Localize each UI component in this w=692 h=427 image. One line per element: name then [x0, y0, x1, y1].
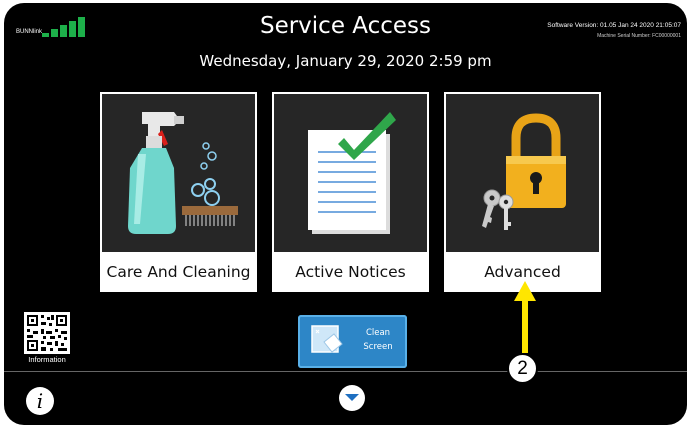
service-screen: BUNNlink Service Access Software Version…	[4, 3, 687, 425]
chevron-down-icon[interactable]	[338, 384, 366, 412]
wipe-screen-icon	[311, 325, 343, 353]
current-datetime: Wednesday, January 29, 2020 2:59 pm	[199, 52, 492, 70]
bottom-bar: i	[4, 371, 687, 425]
software-version: Software Version: 01.05 Jan 24 2020 21:0…	[547, 22, 681, 29]
clean-screen-label-line2: Screen	[363, 342, 393, 352]
info-button[interactable]: i	[26, 387, 54, 415]
active-notices-tile[interactable]: Active Notices	[272, 92, 429, 292]
tile-label-active-notices: Active Notices	[295, 263, 406, 281]
spray-bottle-brush-icon	[102, 94, 255, 252]
bottom-divider	[4, 371, 687, 372]
information-label: Information	[28, 355, 66, 364]
callout-number-badge: 2	[507, 353, 538, 384]
advanced-tile[interactable]: Advanced	[444, 92, 601, 292]
clean-screen-button[interactable]: Clean Screen	[298, 315, 407, 368]
info-icon: i	[36, 389, 44, 413]
callout-arrow-icon	[514, 281, 536, 353]
care-and-cleaning-tile[interactable]: Care And Cleaning	[100, 92, 257, 292]
information-button[interactable]: Information	[22, 312, 72, 364]
clean-screen-label-line1: Clean	[365, 328, 391, 338]
checklist-document-icon	[274, 94, 427, 252]
device-frame: BUNNlink Service Access Software Version…	[0, 0, 692, 427]
padlock-keys-icon	[446, 94, 599, 252]
tile-label-care-and-cleaning: Care And Cleaning	[106, 263, 251, 281]
top-bar: BUNNlink Service Access Software Version…	[4, 3, 687, 49]
qr-code-icon	[24, 312, 70, 354]
machine-serial-number: Machine Serial Number: FC00000001	[597, 33, 681, 39]
